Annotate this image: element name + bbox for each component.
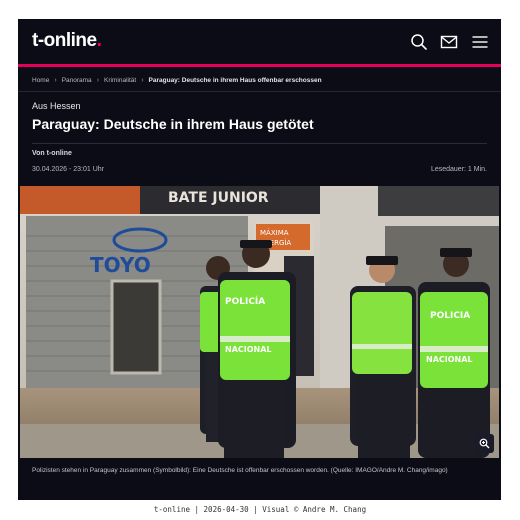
officer-figure xyxy=(350,256,416,458)
vest-label: NACIONAL xyxy=(225,345,272,354)
vest-label: POLICIA xyxy=(430,311,470,321)
mail-icon[interactable] xyxy=(440,33,458,51)
divider xyxy=(32,143,487,144)
banner-line-1: MÁXIMA xyxy=(260,228,289,237)
chevron-right-icon: › xyxy=(54,76,57,84)
breadcrumb: Home › Panorama › Kriminalität › Paragua… xyxy=(32,74,322,86)
article-photo[interactable]: BATE JUNIOR TOYO MÁXIMA ENERGÍA POLICÍA … xyxy=(20,186,499,458)
breadcrumb-panorama[interactable]: Panorama xyxy=(62,77,92,84)
accent-line xyxy=(18,64,501,67)
chevron-right-icon: › xyxy=(96,76,100,84)
zoom-button[interactable] xyxy=(475,434,494,453)
article-headline: Paraguay: Deutsche in ihrem Haus getötet xyxy=(32,116,314,132)
reading-time: Lesedauer: 1 Min. xyxy=(430,166,487,173)
article-date: 30.04.2026 - 23:01 Uhr xyxy=(32,166,104,173)
article-page: t-online. Home › Panorama › Kriminalität… xyxy=(18,19,501,500)
article-byline[interactable]: Von t-online xyxy=(32,150,72,157)
site-logo[interactable]: t-online. xyxy=(32,30,102,52)
storefront-sign: BATE JUNIOR xyxy=(168,190,269,206)
breadcrumb-home[interactable]: Home xyxy=(32,77,49,84)
chevron-right-icon: › xyxy=(141,76,144,84)
image-caption: Polizisten stehen in Paraguay zusammen (… xyxy=(32,467,448,474)
brand-sign: TOYO xyxy=(90,253,151,277)
breadcrumb-kriminalitaet[interactable]: Kriminalität xyxy=(104,77,136,84)
zoom-icon xyxy=(479,438,490,449)
divider xyxy=(18,91,501,92)
breadcrumb-current: Paraguay: Deutsche in ihrem Haus offenba… xyxy=(148,76,322,84)
police-scene-illustration: BATE JUNIOR TOYO MÁXIMA ENERGÍA POLICÍA … xyxy=(20,186,499,458)
article-kicker: Aus Hessen xyxy=(32,101,81,111)
vest-label: NACIONAL xyxy=(426,355,473,364)
search-icon[interactable] xyxy=(410,33,428,51)
officer-figure: POLICÍA NACIONAL xyxy=(218,240,296,458)
vest-label: POLICÍA xyxy=(225,295,265,307)
site-header: t-online. xyxy=(18,19,501,64)
menu-icon[interactable] xyxy=(471,33,489,51)
image-credit-footer: t-online | 2026-04-30 | Visual © Andre M… xyxy=(153,505,367,514)
